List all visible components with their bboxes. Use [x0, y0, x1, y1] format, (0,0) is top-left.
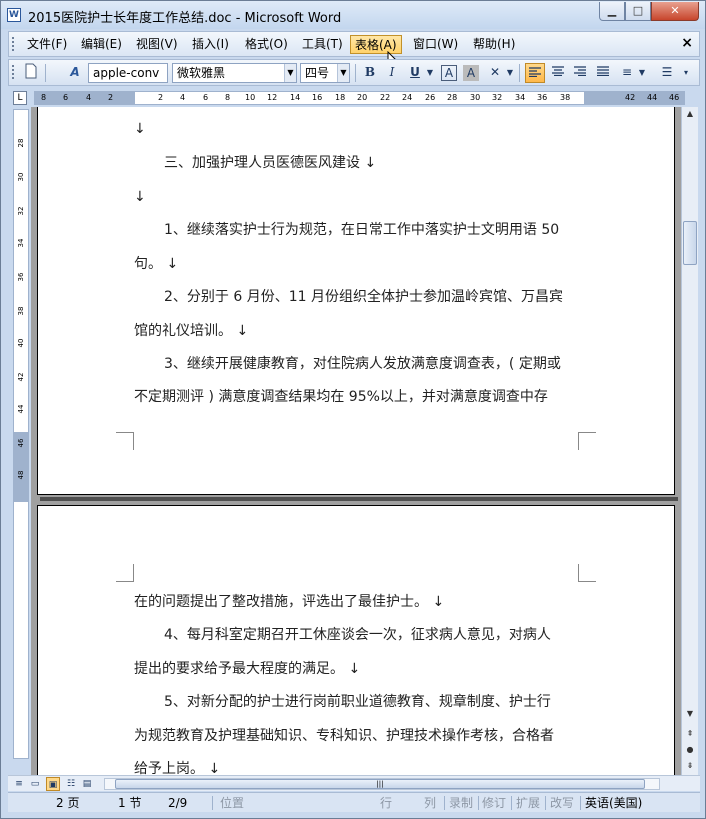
chevron-down-icon[interactable]: ▼ [637, 63, 647, 83]
status-line: 行 [380, 796, 393, 810]
paragraph-line[interactable]: 给予上岗。 ↓ [134, 753, 582, 775]
status-page: 2 页 [56, 796, 80, 810]
status-extend[interactable]: 扩展 [516, 795, 540, 811]
styles-icon[interactable]: A [65, 63, 85, 83]
char-scale-icon[interactable]: ✕ [485, 63, 505, 83]
normal-view-icon[interactable]: ≡ [12, 777, 26, 791]
align-right-icon[interactable] [570, 63, 590, 83]
formatting-toolbar: A apple-conv 微软雅黑 ▼ 四号 ▼ B I U ▼ A A ✕ ▼ [8, 59, 700, 86]
margin-crop-mark [578, 564, 596, 582]
page-1[interactable]: ↓ 三、加强护理人员医德医风建设 ↓ ↓ 1、继续落实护士行为规范，在日常工作中… [37, 107, 675, 495]
document-area[interactable]: ↓ 三、加强护理人员医德医风建设 ↓ ↓ 1、继续落实护士行为规范，在日常工作中… [31, 107, 681, 775]
paragraph-line[interactable]: 句。 ↓ [134, 248, 582, 281]
justify-icon[interactable] [593, 63, 613, 83]
paragraph-line[interactable]: 为规范教育及护理基础知识、专科知识、护理技术操作考核，合格者 [134, 720, 582, 753]
line-spacing-icon[interactable]: ≡ [617, 63, 637, 83]
paragraph-line[interactable]: 3、继续开展健康教育，对住院病人发放满意度调查表，( 定期或 [134, 348, 582, 381]
status-language: 英语(美国) [585, 796, 643, 810]
scroll-down-icon[interactable]: ▼ [682, 707, 698, 721]
font-combo[interactable]: 微软雅黑 ▼ [172, 63, 297, 83]
horizontal-ruler-row: L 8 6 4 2 2 4 6 8 10 12 14 16 18 20 22 2… [8, 89, 700, 107]
web-layout-icon[interactable]: ▭ [28, 777, 42, 791]
status-section: 1 节 [118, 796, 142, 810]
minimize-button[interactable]: ▁ [599, 2, 625, 21]
chevron-down-icon[interactable]: ▼ [284, 64, 296, 82]
status-position: 位置 [220, 796, 245, 810]
underline-button[interactable]: U [405, 63, 425, 83]
menu-tools[interactable]: 工具(T) [298, 35, 347, 54]
margin-crop-mark [116, 564, 134, 582]
menu-format[interactable]: 格式(O) [241, 35, 292, 54]
tab-selector-button[interactable]: L [13, 91, 27, 105]
paragraph-line[interactable]: 5、对新分配的护士进行岗前职业道德教育、规章制度、护士行 [134, 686, 582, 719]
section-heading[interactable]: 三、加强护理人员医德医风建设 ↓ [134, 147, 582, 180]
vertical-ruler[interactable]: 28 30 32 34 36 38 40 42 44 46 48 [13, 109, 29, 759]
window-title: 2015医院护士长年度工作总结.doc - Microsoft Word [28, 11, 342, 26]
menu-bar: 文件(F) 编辑(E) 视图(V) 插入(I) 格式(O) 工具(T) 表格(A… [8, 31, 700, 57]
paragraph-line[interactable]: 在的问题提出了整改措施，评选出了最佳护士。 ↓ [134, 586, 582, 619]
new-document-icon[interactable] [21, 63, 41, 83]
menu-file[interactable]: 文件(F) [23, 35, 71, 54]
close-document-button[interactable]: × [681, 35, 693, 51]
next-page-icon[interactable]: ⇟ [682, 759, 698, 773]
paragraph-line[interactable]: 2、分别于 6 月份、11 月份组织全体护士参加温岭宾馆、万昌宾 [134, 281, 582, 314]
style-combo[interactable]: apple-conv [88, 63, 168, 83]
toolbar-options-icon[interactable]: ▾ [679, 63, 693, 83]
status-revision[interactable]: 修订 [482, 795, 506, 811]
menu-insert[interactable]: 插入(I) [188, 35, 233, 54]
paragraph-mark[interactable]: ↓ [134, 113, 582, 146]
reading-layout-icon[interactable]: ▤ [80, 777, 94, 791]
chevron-down-icon[interactable]: ▼ [337, 64, 349, 82]
align-center-icon[interactable] [548, 63, 568, 83]
horizontal-scrollbar[interactable]: ||| [104, 778, 660, 790]
font-size-combo[interactable]: 四号 ▼ [300, 63, 350, 83]
status-page-of: 2/9 [168, 796, 188, 810]
status-record[interactable]: 录制 [449, 795, 473, 811]
paragraph-line[interactable]: 提出的要求给予最大程度的满足。 ↓ [134, 653, 582, 686]
status-bar: 2 页 1 节 2/9 位置 行 列 录制 修订 扩展 改写 英语(美国) [8, 792, 700, 812]
menu-window[interactable]: 窗口(W) [409, 35, 462, 54]
status-column: 列 [424, 796, 437, 810]
char-border-button[interactable]: A [441, 65, 457, 81]
status-overtype[interactable]: 改写 [550, 795, 574, 811]
paragraph-line[interactable]: 4、每月科室定期召开工休座谈会一次，征求病人意见，对病人 [134, 619, 582, 652]
italic-button[interactable]: I [382, 63, 402, 83]
page-2[interactable]: 在的问题提出了整改措施，评选出了最佳护士。 ↓ 4、每月科室定期召开工休座谈会一… [37, 505, 675, 775]
chevron-down-icon[interactable]: ▼ [425, 63, 435, 83]
scroll-thumb[interactable] [683, 221, 697, 265]
menu-grip-handle[interactable] [12, 37, 15, 51]
maximize-button[interactable]: □ [625, 2, 651, 21]
menu-help[interactable]: 帮助(H) [469, 35, 519, 54]
toolbar-grip-handle[interactable] [12, 65, 15, 79]
font-size-value: 四号 [305, 66, 330, 80]
outline-view-icon[interactable]: ☷ [64, 777, 78, 791]
view-and-scroll-bar: ≡ ▭ ▣ ☷ ▤ ||| [8, 775, 700, 791]
bold-button[interactable]: B [360, 63, 380, 83]
horizontal-ruler[interactable]: 8 6 4 2 2 4 6 8 10 12 14 16 18 20 22 24 … [34, 91, 685, 105]
font-value: 微软雅黑 [177, 66, 226, 80]
print-layout-icon[interactable]: ▣ [46, 777, 60, 791]
numbering-icon[interactable]: ☰ [657, 63, 677, 83]
margin-crop-mark [116, 432, 134, 450]
paragraph-line[interactable]: 馆的礼仪培训。 ↓ [134, 315, 582, 348]
style-value: apple-conv [93, 66, 160, 80]
margin-crop-mark [578, 432, 596, 450]
menu-edit[interactable]: 编辑(E) [77, 35, 126, 54]
chevron-down-icon[interactable]: ▼ [505, 63, 515, 83]
scroll-up-icon[interactable]: ▲ [682, 107, 698, 121]
char-shading-button[interactable]: A [463, 65, 479, 81]
word-window: W 2015医院护士长年度工作总结.doc - Microsoft Word ▁… [0, 0, 706, 819]
title-bar: W 2015医院护士长年度工作总结.doc - Microsoft Word ▁… [1, 1, 705, 29]
close-window-button[interactable]: ✕ [651, 2, 699, 21]
paragraph-mark[interactable]: ↓ [134, 181, 582, 214]
menu-view[interactable]: 视图(V) [132, 35, 182, 54]
word-app-icon[interactable]: W [7, 8, 21, 22]
horizontal-scroll-thumb[interactable]: ||| [115, 779, 645, 789]
browse-object-icon[interactable]: ● [682, 743, 698, 757]
vertical-scrollbar[interactable]: ▲ ▼ ⇞ ● ⇟ [681, 107, 698, 775]
paragraph-line[interactable]: 1、继续落实护士行为规范，在日常工作中落实护士文明用语 50 [134, 214, 582, 247]
previous-page-icon[interactable]: ⇞ [682, 727, 698, 741]
align-left-icon[interactable] [525, 63, 545, 83]
paragraph-line[interactable]: 不定期测评 ) 满意度调查结果均在 95%以上，并对满意度调查中存 [134, 381, 582, 414]
